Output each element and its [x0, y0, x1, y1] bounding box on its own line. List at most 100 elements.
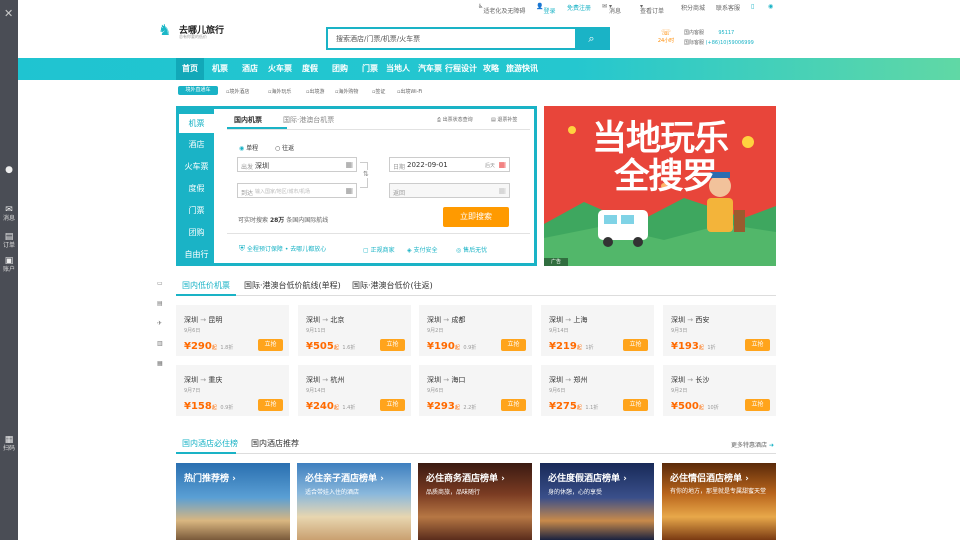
flight-search-button[interactable]: 立即搜索: [443, 207, 509, 227]
book-now-button[interactable]: 立抢: [380, 339, 405, 351]
book-now-button[interactable]: 立抢: [501, 399, 526, 411]
grid-icon[interactable]: ▦: [157, 360, 163, 367]
nav-vacation[interactable]: 度假: [302, 63, 318, 74]
nav-home[interactable]: 首页: [182, 63, 198, 74]
sidebar-user[interactable]: ●: [0, 165, 18, 175]
search-input[interactable]: 搜索酒店/门票/机票/火车票: [336, 34, 420, 44]
nav-guides[interactable]: 攻略: [483, 63, 499, 74]
tab-intl-oneway-deals[interactable]: 国际·港澳台低价航线(单程): [244, 280, 341, 291]
to-field[interactable]: 到达 输入国家/地区/城市/机场 ▦: [237, 183, 357, 198]
sidebar-orders[interactable]: ▤ 订单: [0, 232, 18, 249]
hotel-card-couple[interactable]: 必住情侣酒店榜单 › 有你的地方，那里就是专属甜蜜天堂: [662, 463, 776, 540]
flight-deal-card[interactable]: 深圳 → 郑州 9月6日 ¥275起 1.1折 立抢: [541, 365, 654, 416]
contact-link[interactable]: 联系客服: [716, 3, 740, 12]
login-link[interactable]: 👤 登录: [536, 3, 556, 15]
flight-deal-card[interactable]: 深圳 → 海口 9月6日 ¥293起 2.2折 立抢: [419, 365, 532, 416]
accessibility-link[interactable]: ♿ 适老化及无障碍: [478, 3, 525, 15]
oneway-radio[interactable]: ◉ 单程: [239, 143, 258, 152]
sidebar-account[interactable]: ▣ 账户: [0, 256, 18, 273]
book-now-button[interactable]: 立抢: [745, 339, 770, 351]
subnav-overseas-fun[interactable]: ▫海外玩乐: [268, 88, 291, 95]
nav-itinerary[interactable]: 行程设计: [445, 63, 477, 74]
subnav-visa[interactable]: ▫签证: [372, 88, 385, 95]
more-hotels-link[interactable]: 更多特惠酒店 ➜: [731, 440, 774, 449]
flight-deal-icon[interactable]: ▭: [157, 280, 163, 287]
nav-bus[interactable]: 汽车票: [418, 63, 442, 74]
calendar-icon[interactable]: ▦: [498, 186, 506, 195]
nav-hotels[interactable]: 酒店: [242, 63, 258, 74]
guarantee-aftersale[interactable]: ◎ 售后无忧: [456, 245, 487, 254]
subnav-shopping[interactable]: ▫海外购物: [335, 88, 358, 95]
mobile-icon[interactable]: ▯: [751, 3, 754, 10]
tab-hotel-must-stay[interactable]: 国内酒店必住榜: [182, 438, 238, 449]
calendar-icon[interactable]: ▦: [498, 160, 506, 169]
hotel-card-family[interactable]: 必住亲子酒店榜单 › 适合带娃入住的酒店: [297, 463, 411, 540]
flight-deal-card[interactable]: 深圳 → 长沙 9月2日 ¥500起 10折 立抢: [663, 365, 776, 416]
flight-deal-card[interactable]: 深圳 → 北京 9月11日 ¥505起 1.6折 立抢: [298, 305, 411, 356]
subnav-overseas-hotels[interactable]: ▫境外酒店: [226, 88, 249, 95]
tab-intl-flights[interactable]: 国际·港澳台机票: [283, 115, 334, 125]
return-field[interactable]: 返回 ▦: [389, 183, 510, 198]
chat-icon[interactable]: ◉: [768, 3, 773, 10]
tab-intl-roundtrip-deals[interactable]: 国际·港澳台低价(往返): [352, 280, 433, 291]
plane-icon[interactable]: ✈: [157, 320, 162, 327]
guarantee-main[interactable]: ⛨ 全程预订保障 • 去哪儿都放心: [239, 244, 326, 254]
book-now-button[interactable]: 立抢: [258, 399, 283, 411]
order-query-link[interactable]: 查看订单 ▾: [640, 3, 664, 15]
messages-link[interactable]: ✉ 消息 ▾: [602, 3, 621, 15]
list-icon[interactable]: ▤: [157, 300, 163, 307]
sidebar-scan[interactable]: ▦ 扫码: [0, 435, 18, 452]
flight-deal-card[interactable]: 深圳 → 重庆 9月7日 ¥158起 0.9折 立抢: [176, 365, 289, 416]
subnav-outbound[interactable]: ▫出境游: [306, 88, 324, 95]
book-now-button[interactable]: 立抢: [623, 399, 648, 411]
sidebar-messages[interactable]: ✉ 消息: [0, 205, 18, 222]
from-field[interactable]: 出发 深圳 ▦: [237, 157, 357, 172]
flight-deal-card[interactable]: 深圳 → 上海 9月14日 ¥219起 1折 立抢: [541, 305, 654, 356]
book-now-button[interactable]: 立抢: [258, 339, 283, 351]
nav-locals[interactable]: 当地人: [386, 63, 410, 74]
nav-news[interactable]: 旅游快讯: [506, 63, 538, 74]
subnav-wifi[interactable]: ▫出境Wi-Fi: [397, 88, 422, 95]
category-free-travel[interactable]: 自由行: [179, 249, 214, 260]
nav-tickets[interactable]: 门票: [362, 63, 378, 74]
nav-flights[interactable]: 机票: [212, 63, 228, 74]
tab-domestic-flights[interactable]: 国内机票: [234, 115, 262, 125]
category-trains[interactable]: 火车票: [179, 161, 214, 172]
points-link[interactable]: 积分商城: [681, 3, 705, 12]
flight-deal-card[interactable]: 深圳 → 杭州 9月14日 ¥240起 1.4折 立抢: [298, 365, 411, 416]
search-button[interactable]: ⌕: [575, 29, 608, 48]
category-groupbuy[interactable]: 团购: [179, 227, 214, 238]
nav-trains[interactable]: 火车票: [268, 63, 292, 74]
book-now-button[interactable]: 立抢: [623, 339, 648, 351]
status-query-link[interactable]: ⎙ 出票状态查询: [437, 116, 473, 123]
flight-deal-card[interactable]: 深圳 → 西安 9月3日 ¥193起 1折 立抢: [663, 305, 776, 356]
site-logo[interactable]: ♞ 去哪儿旅行 总有你要的低价: [158, 22, 228, 40]
category-hotels[interactable]: 酒店: [179, 139, 214, 150]
close-icon[interactable]: ✕: [4, 8, 13, 19]
register-link[interactable]: 免费注册: [567, 3, 591, 12]
refund-link[interactable]: ▤ 退票补签: [491, 116, 517, 123]
tab-domestic-deals[interactable]: 国内低价机票: [182, 280, 230, 291]
hotel-card-hot[interactable]: 热门推荐榜 ›: [176, 463, 290, 540]
city-picker-icon[interactable]: ▦: [345, 186, 353, 195]
book-now-button[interactable]: 立抢: [380, 399, 405, 411]
category-vacation[interactable]: 度假: [179, 183, 214, 194]
nav-groupbuy[interactable]: 团购: [332, 63, 348, 74]
flight-deal-card[interactable]: 深圳 → 成都 9月2日 ¥190起 0.9折 立抢: [419, 305, 532, 356]
guarantee-payment[interactable]: ◈ 支付安全: [407, 245, 438, 254]
flight-deal-card[interactable]: 深圳 → 昆明 9月6日 ¥290起 1.8折 立抢: [176, 305, 289, 356]
category-flights[interactable]: 机票: [179, 114, 214, 133]
city-picker-icon[interactable]: ▦: [345, 160, 353, 169]
date-field[interactable]: 日期 2022-09-01 后天 ▦: [389, 157, 510, 172]
hotel-card-business[interactable]: 必住商务酒店榜单 › 品质商旅，品味随行: [418, 463, 532, 540]
swap-icon[interactable]: ⇅: [363, 170, 369, 178]
roundtrip-radio[interactable]: ○ 往返: [275, 143, 294, 152]
guarantee-merchant[interactable]: ▢ 正规商家: [363, 245, 395, 254]
book-now-button[interactable]: 立抢: [501, 339, 526, 351]
hotel-card-resort[interactable]: 必住度假酒店榜单 › 身的休憩，心的享受: [540, 463, 654, 540]
building-icon[interactable]: ▥: [157, 340, 163, 347]
tab-hotel-recommend[interactable]: 国内酒店推荐: [251, 438, 299, 449]
promo-banner[interactable]: 当地玩乐 全搜罗 广告: [544, 106, 776, 266]
category-tickets[interactable]: 门票: [179, 205, 214, 216]
book-now-button[interactable]: 立抢: [745, 399, 770, 411]
